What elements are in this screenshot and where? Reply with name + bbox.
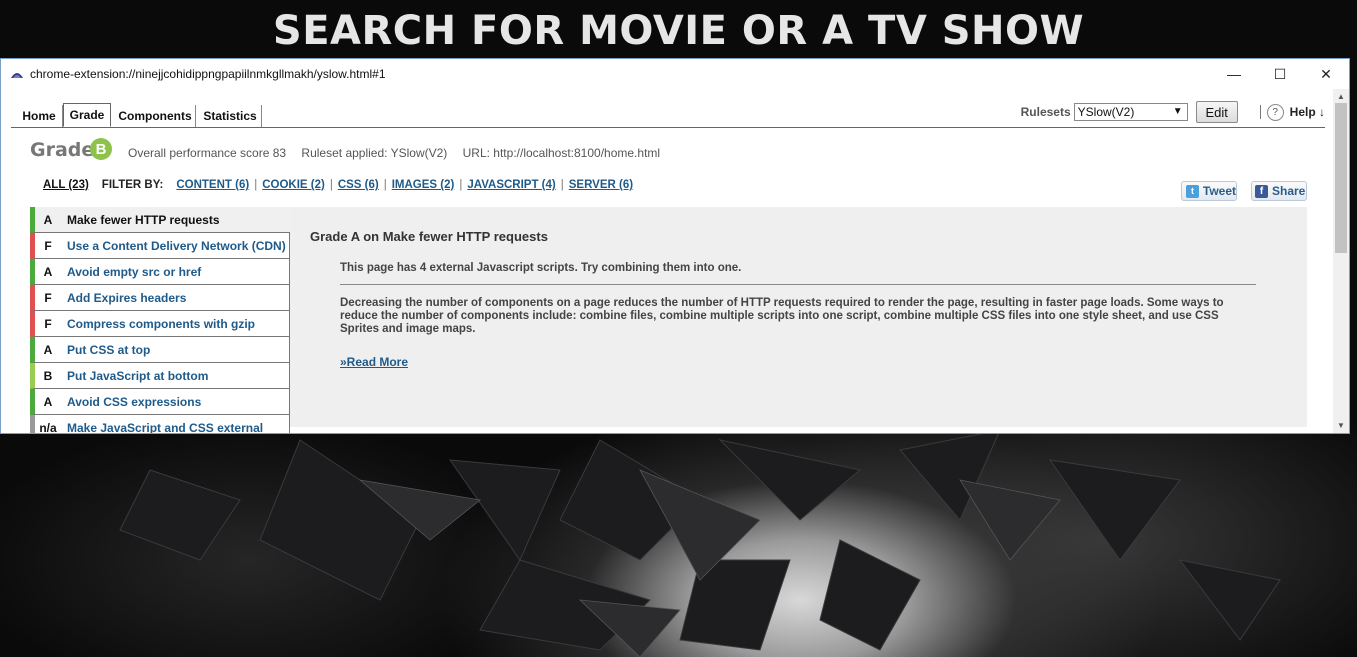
tweet-button[interactable]: t Tweet [1181, 181, 1237, 201]
rule-item[interactable]: F Compress components with gzip [30, 311, 290, 337]
filter-content[interactable]: CONTENT (6) [176, 179, 249, 191]
rule-item[interactable]: n/a Make JavaScript and CSS external [30, 415, 290, 434]
yslow-window: chrome-extension://ninejjcohidippngpapii… [0, 58, 1350, 434]
rule-detail-panel: Grade A on Make fewer HTTP requests This… [290, 207, 1307, 427]
tab-components[interactable]: Components [115, 105, 196, 127]
rule-item[interactable]: F Use a Content Delivery Network (CDN) [30, 233, 290, 259]
rule-item[interactable]: B Put JavaScript at bottom [30, 363, 290, 389]
rule-detail-heading: Grade A on Make fewer HTTP requests [310, 229, 548, 244]
read-more-link[interactable]: »Read More [340, 355, 408, 369]
maximize-button[interactable]: ☐ [1257, 59, 1303, 89]
facebook-icon: f [1255, 184, 1268, 198]
maximize-icon: ☐ [1273, 65, 1287, 82]
tab-statistics[interactable]: Statistics [199, 105, 262, 127]
rule-grade: A [43, 264, 53, 279]
divider [340, 284, 1256, 285]
rule-item[interactable]: A Avoid empty src or href [30, 259, 290, 285]
scrollbar-thumb[interactable] [1335, 103, 1347, 253]
rule-grade: F [44, 316, 52, 331]
divider [1259, 105, 1261, 119]
rule-name: Compress components with gzip [67, 316, 256, 331]
rule-item[interactable]: A Make fewer HTTP requests [30, 207, 290, 233]
filter-cookie[interactable]: COOKIE (2) [262, 179, 325, 191]
rule-grade: A [43, 212, 53, 227]
help-link[interactable]: Help ↓ [1290, 105, 1325, 119]
scroll-up-icon[interactable]: ▲ [1337, 92, 1345, 101]
grade-badge: B [90, 138, 112, 160]
share-label: Share [1272, 184, 1306, 198]
overall-score: Overall performance score 83 [128, 146, 287, 160]
rule-detail-summary: This page has 4 external Javascript scri… [340, 262, 742, 274]
filter-all[interactable]: ALL (23) [43, 179, 89, 191]
window-title: chrome-extension://ninejjcohidippngpapii… [30, 67, 386, 81]
rule-grade: F [44, 290, 52, 305]
edit-button[interactable]: Edit [1195, 101, 1238, 123]
rule-name: Make fewer HTTP requests [67, 212, 220, 227]
filter-server[interactable]: SERVER (6) [569, 179, 633, 191]
close-button[interactable]: ✕ [1303, 59, 1349, 89]
tab-grade[interactable]: Grade [63, 103, 111, 127]
tweet-label: Tweet [1202, 184, 1236, 198]
rule-name: Put CSS at top [67, 342, 151, 357]
ruleset-applied: Ruleset applied: YSlow(V2) [301, 146, 448, 160]
yslow-icon [11, 73, 23, 78]
rule-grade: A [43, 394, 53, 409]
filter-javascript[interactable]: JAVASCRIPT (4) [467, 179, 555, 191]
rule-item[interactable]: A Avoid CSS expressions [30, 389, 290, 415]
rule-grade: F [44, 238, 52, 253]
help-icon[interactable]: ? [1266, 103, 1284, 121]
rule-grade: B [43, 368, 53, 383]
ruleset-select[interactable]: YSlow(V2) ▼ [1073, 103, 1188, 121]
filter-css[interactable]: CSS (6) [338, 179, 379, 191]
close-icon: ✕ [1320, 65, 1332, 82]
filter-bar: ALL (23) FILTER BY: CONTENT (6) | COOKIE … [43, 179, 634, 191]
rule-name: Avoid CSS expressions [67, 394, 202, 409]
twitter-icon: t [1186, 184, 1199, 198]
rule-name: Use a Content Delivery Network (CDN) [67, 238, 286, 253]
grade-title: Grade [30, 139, 95, 161]
yslow-content: Home Grade Components Statistics Ruleset… [11, 89, 1325, 433]
rule-item[interactable]: F Add Expires headers [30, 285, 290, 311]
rulesets-label: Rulesets [1020, 105, 1071, 119]
rules-list: A Make fewer HTTP requests F Use a Content … [30, 207, 290, 434]
filter-label: FILTER BY: [101, 179, 164, 191]
scroll-down-icon[interactable]: ▼ [1337, 421, 1345, 430]
page-url: URL: http://localhost:8100/home.html [462, 146, 661, 160]
rule-name: Avoid empty src or href [67, 264, 202, 279]
rule-grade: A [43, 342, 53, 357]
rule-name: Put JavaScript at bottom [67, 368, 209, 383]
score-summary: Overall performance score 83 Ruleset app… [128, 146, 672, 160]
rule-item[interactable]: A Put CSS at top [30, 337, 290, 363]
filter-images[interactable]: IMAGES (2) [392, 179, 455, 191]
vertical-scrollbar[interactable]: ▲ ▼ [1333, 89, 1349, 433]
ruleset-selected-value: YSlow(V2) [1077, 105, 1135, 119]
share-button[interactable]: f Share [1251, 181, 1307, 201]
rule-name: Make JavaScript and CSS external [67, 420, 264, 434]
minimize-button[interactable]: — [1211, 59, 1257, 89]
rule-detail-description: Decreasing the number of components on a… [340, 297, 1224, 335]
title-bar[interactable]: chrome-extension://ninejjcohidippngpapii… [1, 59, 1349, 89]
page-heading: SEARCH FOR MOVIE OR A TV SHOW [272, 8, 1085, 54]
rule-grade: n/a [39, 420, 57, 434]
rule-name: Add Expires headers [67, 290, 187, 305]
minimize-icon: — [1227, 66, 1241, 82]
tab-home[interactable]: Home [16, 105, 63, 127]
dropdown-arrow-icon: ▼ [1172, 106, 1183, 117]
rulesets-toolbar: Rulesets YSlow(V2) ▼ Edit ? Help ↓ [1021, 101, 1325, 123]
